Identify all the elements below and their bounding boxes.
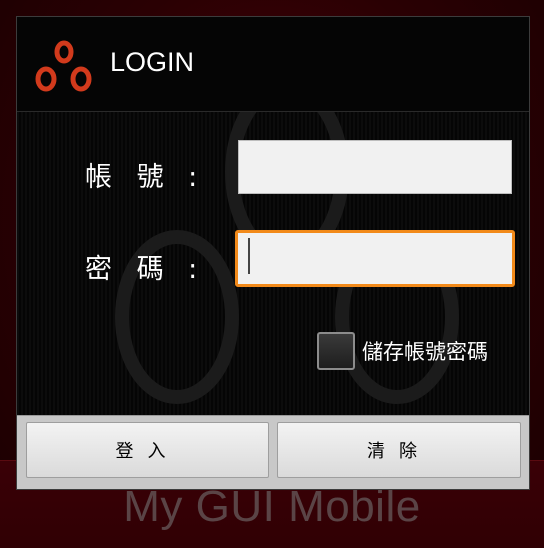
password-label: 密 碼 : [85, 254, 206, 285]
login-button[interactable]: 登入 [26, 422, 269, 478]
clear-button[interactable]: 清除 [277, 422, 521, 478]
three-circles-logo-icon [35, 40, 92, 92]
text-caret [248, 238, 250, 274]
remember-checkbox[interactable] [317, 332, 355, 370]
dialog-title: LOGIN [110, 47, 195, 77]
account-input[interactable] [238, 140, 512, 194]
dialog-button-bar: 登入 清除 [17, 415, 529, 489]
password-input[interactable] [235, 230, 515, 287]
remember-credentials[interactable]: 儲存帳號密碼 [317, 332, 488, 370]
remember-label: 儲存帳號密碼 [362, 340, 488, 364]
account-label: 帳 號 : [85, 162, 206, 193]
login-dialog: LOGIN 帳 號 : 密 碼 : 儲存帳號密碼 登入 清除 [16, 16, 530, 490]
dialog-title-bar: LOGIN [17, 17, 529, 112]
